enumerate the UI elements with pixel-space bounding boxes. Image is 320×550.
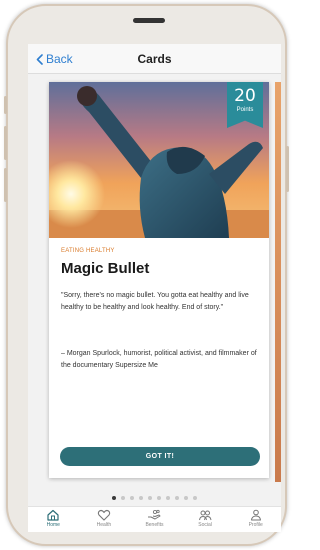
pagination-dot[interactable]: [130, 496, 134, 500]
tab-bar: Home Health Benefits Social Profile: [28, 506, 281, 532]
next-card-peek[interactable]: [275, 82, 281, 482]
volume-up-button: [4, 126, 7, 160]
content-card: 20 Points EATING HEALTHY Magic Bullet "S…: [49, 82, 269, 478]
power-button: [286, 146, 289, 192]
nav-bar: Back Cards: [28, 44, 281, 74]
home-icon: [47, 509, 59, 521]
speaker-grille: [133, 18, 165, 23]
tab-social-label: Social: [198, 522, 212, 528]
people-icon: [199, 510, 212, 521]
points-label: Points: [236, 107, 254, 113]
card-quote: "Sorry, there's no magic bullet. You got…: [61, 292, 249, 311]
tab-profile-label: Profile: [248, 522, 263, 528]
volume-down-button: [4, 168, 7, 202]
pagination-dots: [28, 496, 281, 500]
card-category: EATING HEALTHY: [61, 248, 115, 254]
tab-home-label: Home: [46, 522, 60, 528]
heart-icon: [97, 509, 111, 521]
pagination-dot[interactable]: [139, 496, 143, 500]
hand-coins-icon: [148, 509, 161, 520]
tab-social[interactable]: Social: [180, 507, 231, 532]
mute-switch: [4, 96, 7, 114]
card-title: Magic Bullet: [61, 260, 150, 277]
tab-health[interactable]: Health: [79, 507, 130, 532]
tab-health-label: Health: [96, 522, 112, 528]
tab-benefits-label: Benefits: [145, 522, 164, 528]
person-icon: [250, 509, 261, 521]
pagination-dot[interactable]: [121, 496, 125, 500]
tab-home[interactable]: Home: [28, 507, 79, 532]
card-attribution: – Morgan Spurlock, humorist, political a…: [61, 350, 257, 369]
pagination-dot[interactable]: [148, 496, 152, 500]
pagination-dot[interactable]: [166, 496, 170, 500]
got-it-button[interactable]: GOT IT!: [60, 447, 260, 466]
app-screen: Back Cards 20 Points EATING HEALTHY Magi…: [28, 44, 281, 532]
tab-benefits[interactable]: Benefits: [129, 507, 180, 532]
pagination-dot[interactable]: [193, 496, 197, 500]
pagination-dot[interactable]: [157, 496, 161, 500]
tab-profile[interactable]: Profile: [230, 507, 281, 532]
pagination-dot[interactable]: [112, 496, 116, 500]
page-title: Cards: [137, 52, 172, 66]
points-value: 20: [234, 86, 256, 106]
phone-frame: Back Cards 20 Points EATING HEALTHY Magi…: [4, 4, 289, 546]
pagination-dot[interactable]: [184, 496, 188, 500]
pagination-dot[interactable]: [175, 496, 179, 500]
